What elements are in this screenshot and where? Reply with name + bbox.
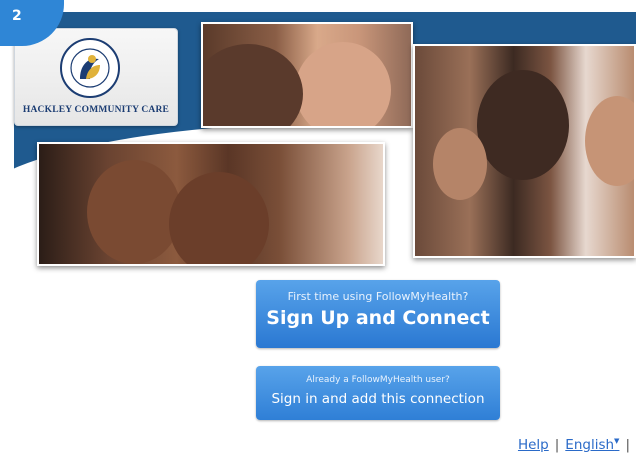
sign-in-subtitle: Already a FollowMyHealth user? <box>306 375 450 385</box>
organization-name: HACKLEY COMMUNITY CARE <box>22 105 170 115</box>
woman-face-2 <box>433 128 487 200</box>
sign-in-add-connection-button[interactable]: Already a FollowMyHealth user? Sign in a… <box>256 366 500 420</box>
child-face-left <box>87 160 181 264</box>
sign-in-title: Sign in and add this connection <box>271 391 485 407</box>
separator: | <box>554 437 560 453</box>
baby-face <box>295 42 391 126</box>
group-photo <box>413 44 636 258</box>
sign-up-subtitle: First time using FollowMyHealth? <box>287 290 469 303</box>
man-face <box>585 96 634 186</box>
separator-2: | <box>625 437 630 453</box>
woman-face <box>477 70 569 180</box>
dropdown-caret-icon: ▼ <box>614 437 620 445</box>
help-link[interactable]: Help <box>518 437 549 453</box>
baby-photo <box>201 22 413 128</box>
language-selector[interactable]: English▼ <box>565 437 619 453</box>
children-photo <box>37 142 385 266</box>
step-number: 2 <box>12 8 22 24</box>
language-label: English <box>565 437 615 453</box>
child-face-right <box>169 172 269 264</box>
sign-up-title: Sign Up and Connect <box>266 307 490 329</box>
footer-links: Help | English▼ | <box>518 437 636 453</box>
sign-up-and-connect-button[interactable]: First time using FollowMyHealth? Sign Up… <box>256 280 500 348</box>
organization-logo: HACKLEY COMMUNITY CARE <box>14 28 178 126</box>
adult-face <box>203 44 303 126</box>
seal-icon <box>60 38 120 98</box>
